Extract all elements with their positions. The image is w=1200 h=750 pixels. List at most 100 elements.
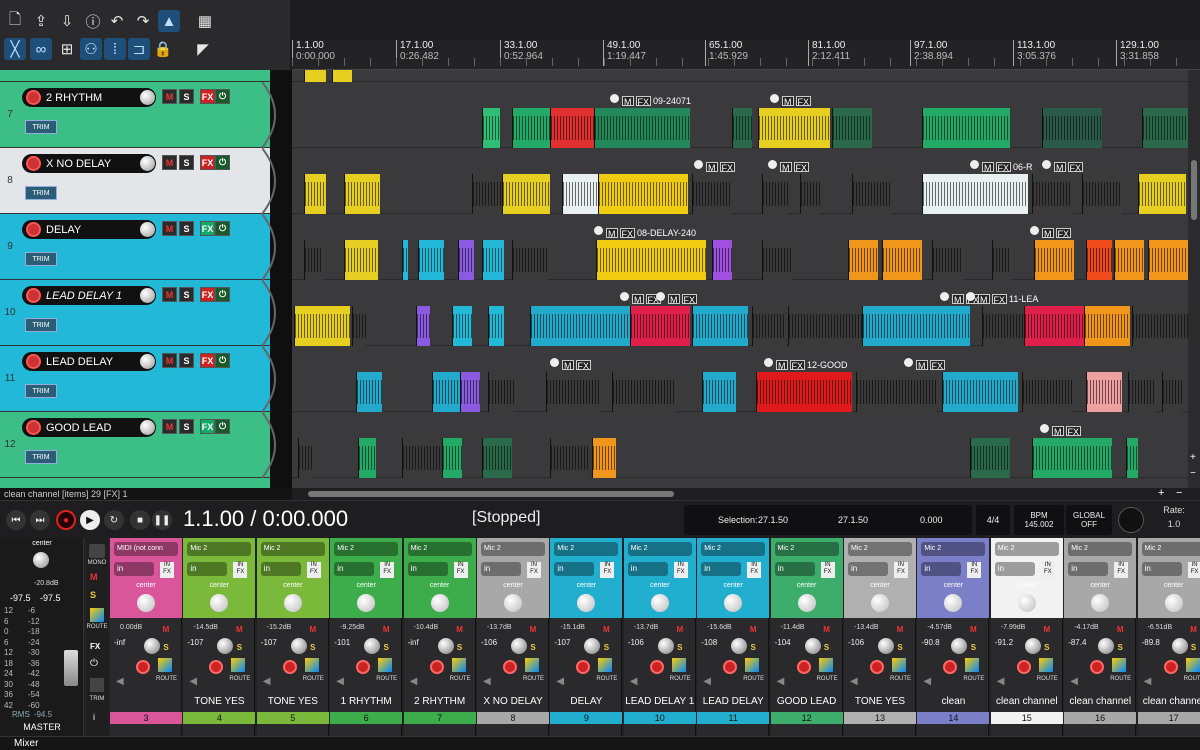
trim-envelope-button[interactable]: TRIM — [25, 318, 57, 332]
record-arm-icon[interactable] — [796, 660, 811, 674]
mute-button[interactable]: M — [747, 624, 759, 636]
media-item[interactable] — [472, 174, 502, 214]
item-badges[interactable]: MFX — [562, 360, 592, 371]
mixer-strip[interactable]: Mic 2 in IN FX center -7.99dB -91.2 M S R… — [990, 538, 1063, 738]
ruler-marker[interactable]: 33.1.00 0:52.964 — [500, 40, 543, 66]
link-icon[interactable]: ∞ — [30, 38, 52, 60]
media-item[interactable] — [992, 240, 1010, 280]
item-mute-badge[interactable]: M — [632, 294, 644, 305]
route-icon[interactable] — [304, 658, 319, 672]
input-route[interactable]: in — [554, 562, 595, 576]
in-fx-button[interactable]: IN FX — [1114, 562, 1129, 578]
track-name[interactable]: DELAY — [22, 220, 156, 239]
item-fx-badge[interactable]: FX — [795, 96, 812, 107]
new-file-icon[interactable]: 🗋 — [4, 10, 26, 32]
record-arm-icon[interactable] — [356, 660, 371, 674]
mono-icon[interactable] — [89, 544, 105, 558]
item-badges[interactable]: M FX 11-LEA — [978, 294, 1038, 305]
pan-knob[interactable] — [944, 594, 963, 612]
input-route[interactable]: in — [114, 562, 154, 576]
item-fx-badge[interactable]: FX — [719, 162, 736, 173]
media-item[interactable] — [1022, 372, 1072, 412]
solo-button[interactable]: S — [233, 642, 245, 654]
media-item[interactable] — [762, 174, 788, 214]
mute-button[interactable]: M — [307, 624, 319, 636]
media-item[interactable] — [402, 240, 408, 280]
media-item[interactable] — [1086, 240, 1112, 280]
media-item[interactable] — [1086, 372, 1122, 412]
master-fader[interactable] — [64, 650, 78, 686]
arrange-lane[interactable] — [292, 70, 1188, 82]
mixer-strip[interactable]: Mic 2 in IN FX center -10.4dB -inf M S RO… — [403, 538, 476, 738]
route-icon[interactable] — [451, 658, 466, 672]
media-item[interactable] — [732, 108, 752, 148]
volume-knob[interactable] — [140, 420, 155, 435]
route-icon[interactable] — [892, 658, 906, 672]
in-fx-button[interactable]: IN FX — [453, 562, 468, 578]
solo-button[interactable]: S — [674, 642, 686, 654]
mute-button[interactable]: M — [380, 624, 392, 636]
route-icon[interactable] — [818, 658, 833, 672]
mute-button[interactable]: M — [162, 287, 177, 302]
snap-icon[interactable]: ⊐ — [128, 38, 150, 60]
power-icon[interactable]: ⏻ — [215, 419, 230, 434]
volume-knob[interactable] — [1024, 638, 1041, 654]
fx-button[interactable]: FX — [200, 419, 215, 434]
media-item[interactable] — [852, 174, 892, 214]
track-name[interactable]: X NO DELAY — [22, 154, 156, 173]
global-automation-button[interactable]: GLOBAL OFF — [1066, 505, 1112, 535]
volume-knob[interactable] — [140, 156, 155, 171]
input-select[interactable]: Mic 2 — [627, 542, 692, 556]
strip-name[interactable]: DELAY — [550, 696, 622, 707]
trim-envelope-button[interactable]: TRIM — [25, 120, 57, 134]
media-item[interactable] — [1084, 306, 1130, 346]
input-route[interactable]: in — [1068, 562, 1109, 576]
fx-button[interactable]: FX — [200, 221, 215, 236]
zoom-out-icon[interactable]: − — [1190, 468, 1196, 479]
volume-knob[interactable] — [140, 90, 155, 105]
item-mute-badge[interactable]: M — [622, 96, 634, 107]
item-badges[interactable]: MFX — [916, 360, 946, 371]
media-item[interactable] — [712, 240, 732, 280]
media-item[interactable] — [762, 240, 792, 280]
item-mute-badge[interactable]: M — [1052, 426, 1064, 437]
media-item[interactable] — [482, 108, 500, 148]
record-arm-icon[interactable] — [1090, 660, 1105, 674]
item-dot-icon[interactable] — [610, 94, 619, 103]
record-arm-icon[interactable] — [26, 222, 41, 237]
item-mute-badge[interactable]: M — [982, 162, 994, 173]
info-icon[interactable]: ⓘ — [82, 10, 104, 32]
record-arm-icon[interactable] — [429, 660, 444, 674]
in-fx-button[interactable]: IN FX — [967, 562, 982, 578]
pan-knob[interactable] — [1164, 594, 1183, 612]
record-arm-icon[interactable] — [576, 660, 591, 674]
arrange-lane[interactable]: M FX M FX M FX 06-R M FX — [292, 148, 1188, 214]
pan-knob[interactable] — [797, 594, 816, 612]
media-item[interactable] — [630, 306, 690, 346]
media-item[interactable] — [432, 372, 462, 412]
ruler-marker[interactable]: 17.1.00 0:26.482 — [396, 40, 439, 66]
route-icon[interactable] — [598, 658, 613, 672]
go-to-start-icon[interactable]: ⏮ — [6, 510, 26, 530]
item-dot-icon[interactable] — [594, 226, 603, 235]
solo-button[interactable]: S — [527, 642, 539, 654]
mixer-strip[interactable]: Mic 2 in IN FX center -15.2dB -107 M S RO… — [256, 538, 329, 738]
media-item[interactable] — [418, 240, 444, 280]
route-icon[interactable] — [1185, 658, 1200, 672]
item-fx-badge[interactable]: FX — [995, 162, 1012, 173]
track-name[interactable]: LEAD DELAY 1 — [22, 286, 156, 305]
power-icon[interactable]: ⏻ — [215, 89, 230, 104]
record-arm-icon[interactable] — [26, 90, 41, 105]
master-solo-button[interactable]: S — [90, 590, 96, 600]
strip-name[interactable]: TONE YES — [183, 696, 255, 707]
pause-icon[interactable]: ❚❚ — [152, 510, 172, 530]
track-name[interactable]: 2 RHYTHM — [22, 88, 156, 107]
mixer-strip[interactable]: MIDI (not conn in IN FX center 0.00dB -in… — [110, 538, 182, 738]
media-item[interactable] — [1138, 174, 1186, 214]
pan-knob[interactable] — [1091, 594, 1110, 612]
item-dot-icon[interactable] — [694, 160, 703, 169]
go-to-end-icon[interactable]: ⏭ — [30, 510, 50, 530]
media-item[interactable] — [1114, 240, 1144, 280]
mute-button[interactable]: M — [894, 624, 906, 636]
item-dot-icon[interactable] — [966, 292, 975, 301]
